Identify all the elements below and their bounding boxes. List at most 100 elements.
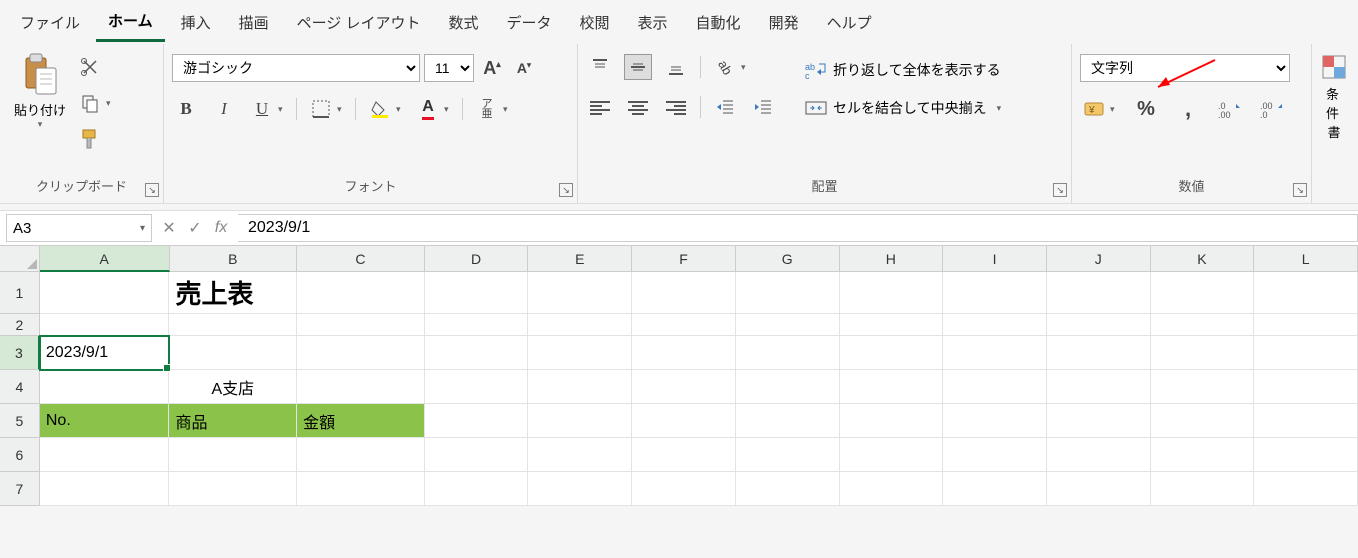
cell-C1[interactable] [297,272,425,314]
cell-D6[interactable] [425,438,529,472]
col-header-I[interactable]: I [943,246,1047,272]
cell-A4[interactable] [40,370,170,404]
cell-C7[interactable] [297,472,425,506]
ruby-dropdown[interactable]: ▾ [503,104,511,115]
menu-view[interactable]: 表示 [626,4,680,41]
cell-G4[interactable] [736,370,840,404]
cell-L4[interactable] [1254,370,1358,404]
cell-J6[interactable] [1047,438,1151,472]
fx-button[interactable]: fx [210,219,232,237]
cell-D5[interactable] [425,404,529,438]
comma-button[interactable]: , [1174,96,1202,122]
cell-B1[interactable]: 売上表 [169,272,297,314]
cell-B6[interactable] [169,438,297,472]
name-box[interactable]: A3 ▾ [6,214,152,242]
cell-J2[interactable] [1047,314,1151,336]
col-header-D[interactable]: D [425,246,529,272]
underline-button[interactable]: U [248,96,276,122]
cell-B3[interactable] [169,336,297,370]
cell-I4[interactable] [943,370,1047,404]
cell-K5[interactable] [1151,404,1255,438]
menu-developer[interactable]: 開発 [757,4,811,41]
col-header-E[interactable]: E [528,246,632,272]
col-header-H[interactable]: H [840,246,944,272]
cell-H1[interactable] [840,272,944,314]
cell-K1[interactable] [1151,272,1255,314]
cell-H3[interactable] [840,336,944,370]
percent-button[interactable]: % [1132,96,1160,122]
menu-insert[interactable]: 挿入 [169,4,223,41]
cell-E5[interactable] [528,404,632,438]
select-all-corner[interactable] [0,246,40,272]
cell-L7[interactable] [1254,472,1358,506]
cell-I6[interactable] [943,438,1047,472]
align-center-button[interactable] [624,94,652,120]
menu-draw[interactable]: 描画 [227,4,281,41]
cell-I2[interactable] [943,314,1047,336]
cell-J3[interactable] [1047,336,1151,370]
cell-L6[interactable] [1254,438,1358,472]
cell-J7[interactable] [1047,472,1151,506]
col-header-F[interactable]: F [632,246,736,272]
font-launcher[interactable]: ↘ [559,183,573,197]
cell-G7[interactable] [736,472,840,506]
cell-E4[interactable] [528,370,632,404]
menu-help[interactable]: ヘルプ [815,4,884,41]
align-left-button[interactable] [586,94,614,120]
accounting-dropdown[interactable]: ▾ [1110,104,1118,115]
italic-button[interactable]: I [210,96,238,122]
cell-I5[interactable] [943,404,1047,438]
decrease-font-button[interactable]: A▾ [510,55,538,81]
cell-L3[interactable] [1254,336,1358,370]
cell-J4[interactable] [1047,370,1151,404]
ruby-button[interactable]: ア 亜 [473,96,501,122]
cell-H4[interactable] [840,370,944,404]
increase-indent-button[interactable] [749,94,777,120]
cell-D3[interactable] [425,336,529,370]
cell-D4[interactable] [425,370,529,404]
cell-G5[interactable] [736,404,840,438]
fill-dropdown[interactable]: ▾ [396,104,404,115]
col-header-A[interactable]: A [40,246,170,272]
border-button[interactable] [307,96,335,122]
col-header-G[interactable]: G [736,246,840,272]
cell-L1[interactable] [1254,272,1358,314]
cell-C5[interactable]: 金額 [297,404,425,438]
cell-J1[interactable] [1047,272,1151,314]
align-bottom-button[interactable] [662,54,690,80]
cancel-formula-button[interactable]: ✕ [158,218,180,238]
cell-A1[interactable] [40,272,170,314]
cell-A7[interactable] [40,472,170,506]
cell-B5[interactable]: 商品 [169,404,297,438]
cell-D1[interactable] [425,272,529,314]
cell-B2[interactable] [169,314,297,336]
orientation-dropdown[interactable]: ▾ [741,62,749,73]
cell-C6[interactable] [297,438,425,472]
paste-button[interactable]: 貼り付け ▾ [8,48,72,134]
conditional-format-button[interactable]: 条件 書 [1320,48,1348,145]
cell-F4[interactable] [632,370,736,404]
cell-E3[interactable] [528,336,632,370]
alignment-launcher[interactable]: ↘ [1053,183,1067,197]
cell-D2[interactable] [425,314,529,336]
wrap-text-button[interactable]: abc 折り返して全体を表示する [797,56,1009,84]
cell-G1[interactable] [736,272,840,314]
menu-page-layout[interactable]: ページ レイアウト [285,4,433,41]
cell-H6[interactable] [840,438,944,472]
cell-F7[interactable] [632,472,736,506]
align-right-button[interactable] [662,94,690,120]
number-format-select[interactable]: 文字列 [1080,54,1290,82]
row-header-7[interactable]: 7 [0,472,40,506]
cell-K7[interactable] [1151,472,1255,506]
col-header-K[interactable]: K [1151,246,1255,272]
number-launcher[interactable]: ↘ [1293,183,1307,197]
cell-F2[interactable] [632,314,736,336]
fill-color-button[interactable] [366,96,394,122]
cell-G6[interactable] [736,438,840,472]
cell-I1[interactable] [943,272,1047,314]
cell-B7[interactable] [169,472,297,506]
increase-font-button[interactable]: A▴ [478,55,506,81]
decrease-decimal-button[interactable]: .00.0 [1258,96,1286,122]
align-middle-button[interactable] [624,54,652,80]
cut-button[interactable] [76,54,104,80]
